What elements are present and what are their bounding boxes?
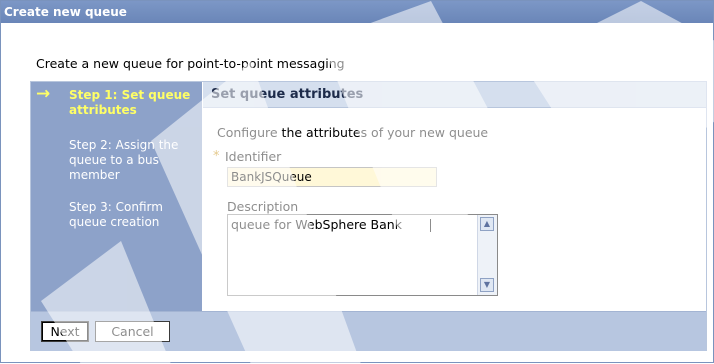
step-1-set-queue-attributes: Step 1: Set queue attributes xyxy=(69,88,191,117)
step-heading: Set queue attributes xyxy=(203,82,706,108)
step-description: Configure the attributes of your new que… xyxy=(217,125,489,140)
window-title: Create new queue xyxy=(1,1,713,23)
wizard-panel: → Step 1: Set queue attributes Step 2: A… xyxy=(30,81,707,351)
scroll-up-icon[interactable]: ▲ xyxy=(480,217,494,231)
description-value: queue for WebSphere Bank xyxy=(231,217,402,232)
description-textarea[interactable]: queue for WebSphere Bank ▲ ▼ xyxy=(227,214,498,296)
wizard-footer: Next Cancel xyxy=(31,311,706,351)
page-intro: Create a new queue for point-to-point me… xyxy=(36,56,345,71)
scroll-down-icon[interactable]: ▼ xyxy=(480,278,494,292)
step-content: Set queue attributes Configure the attri… xyxy=(203,82,706,311)
step-2-assign-bus-member[interactable]: Step 2: Assign the queue to a bus member xyxy=(69,138,197,183)
description-scrollbar[interactable]: ▲ ▼ xyxy=(477,215,497,295)
identifier-label: Identifier xyxy=(225,149,282,164)
required-marker: * xyxy=(213,149,220,164)
next-button[interactable]: Next xyxy=(41,321,89,342)
identifier-input[interactable]: BankJSQueue xyxy=(227,167,437,187)
cancel-button[interactable]: Cancel xyxy=(95,321,170,342)
description-label: Description xyxy=(227,199,299,214)
step-3-confirm-creation[interactable]: Step 3: Confirm queue creation xyxy=(69,200,197,230)
wizard-steps: → Step 1: Set queue attributes Step 2: A… xyxy=(31,82,202,311)
text-caret xyxy=(430,219,431,232)
right-arrow-icon: → xyxy=(36,84,51,104)
create-queue-window: Create new queue Create a new queue for … xyxy=(0,0,714,364)
